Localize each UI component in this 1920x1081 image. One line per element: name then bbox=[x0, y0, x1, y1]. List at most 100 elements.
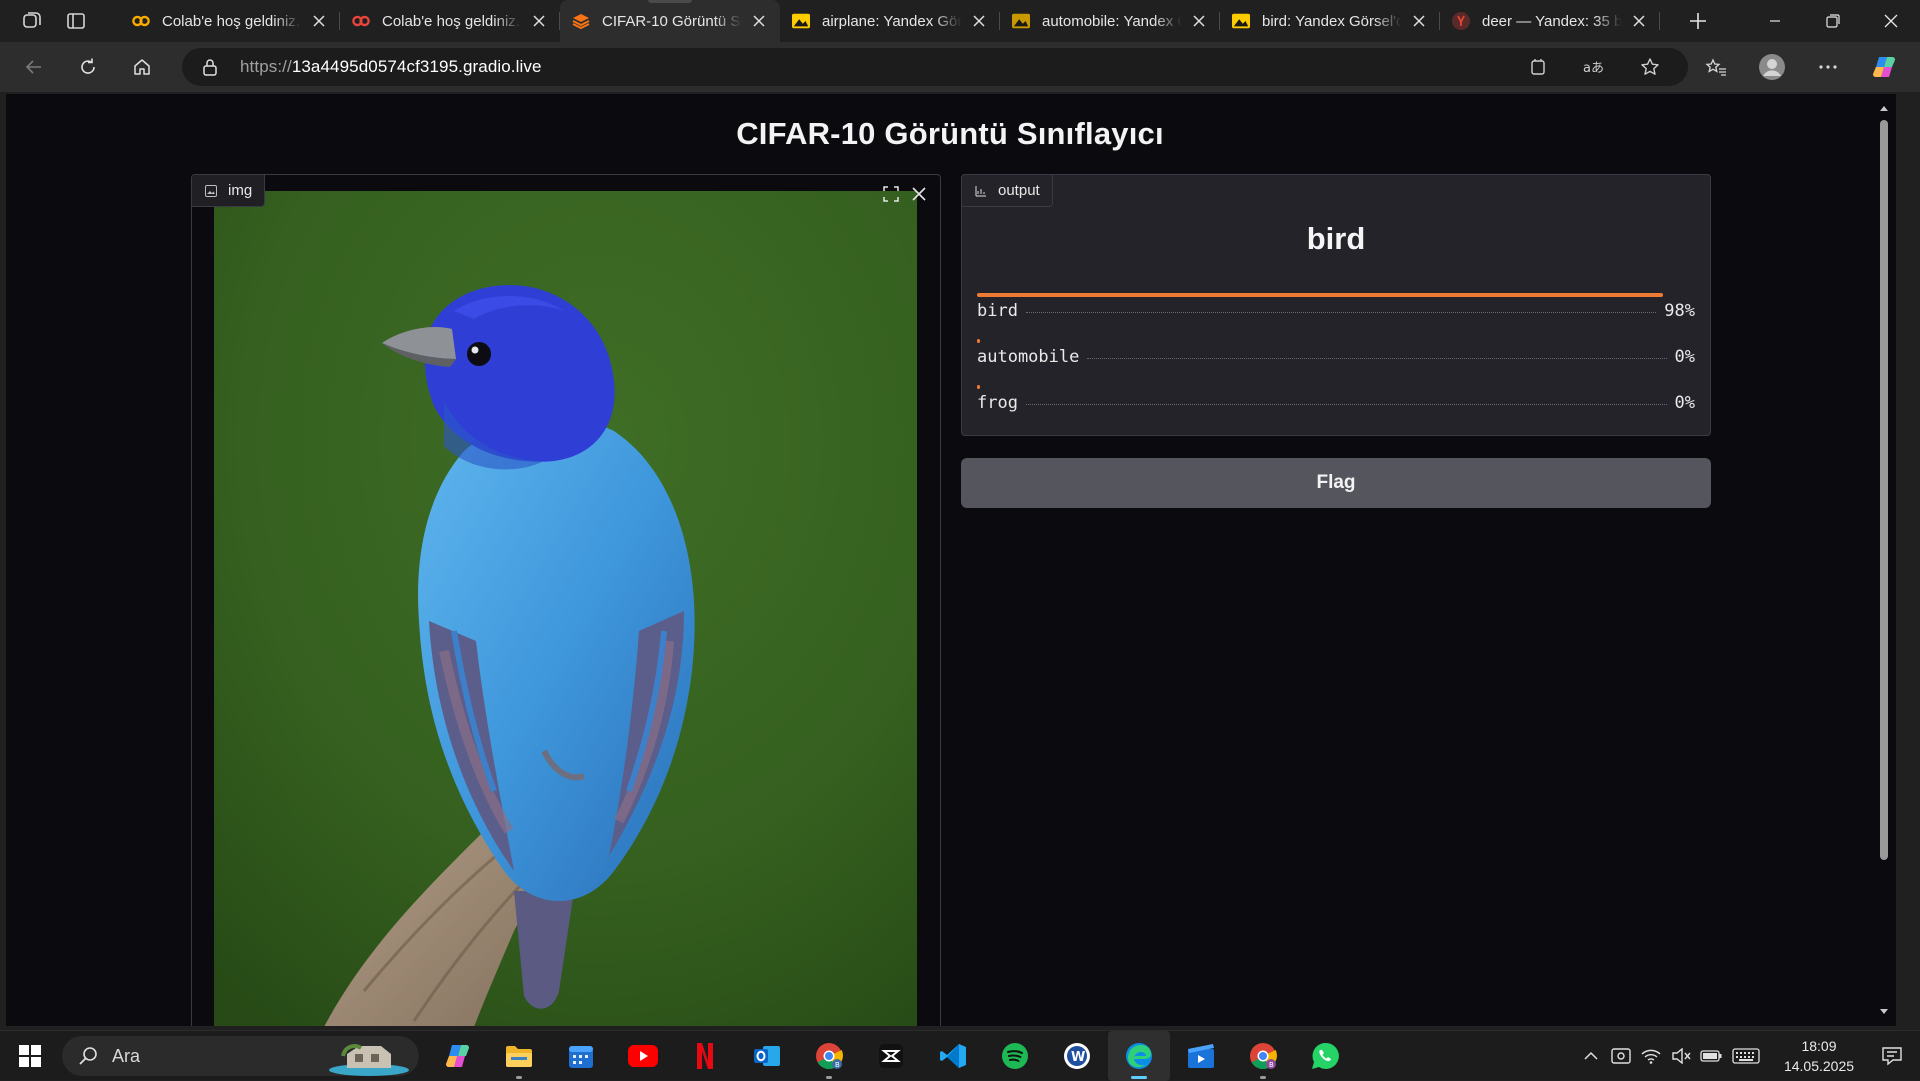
restore-button[interactable] bbox=[1804, 0, 1862, 42]
colab-icon bbox=[132, 12, 150, 30]
taskbar-app-chrome[interactable]: B bbox=[798, 1031, 860, 1081]
output-label-badge: output bbox=[962, 175, 1053, 207]
taskbar-app-file-explorer[interactable] bbox=[488, 1031, 550, 1081]
page-title: CIFAR-10 Görüntü Sınıflayıcı bbox=[736, 116, 1164, 151]
url-text[interactable]: https://13a4495d0574cf3195.gradio.live bbox=[240, 57, 542, 77]
browser-tab[interactable]: bird: Yandex Görsel'de bbox=[1220, 0, 1440, 42]
copilot-icon[interactable] bbox=[1864, 49, 1904, 85]
close-tab-icon[interactable] bbox=[1408, 10, 1430, 32]
fullscreen-icon[interactable] bbox=[878, 181, 904, 207]
browser-tab[interactable]: Colab'e hoş geldiniz. bbox=[340, 0, 560, 42]
translate-icon[interactable]: aあ bbox=[1576, 52, 1612, 82]
image-input-panel[interactable]: img bbox=[191, 174, 941, 1026]
confidence-item[interactable]: frog 0% bbox=[977, 385, 1695, 431]
file-explorer-icon bbox=[506, 1046, 532, 1067]
image-label-badge: img bbox=[192, 175, 266, 207]
app-available-icon[interactable] bbox=[1520, 52, 1556, 82]
taskbar-search[interactable]: Ara bbox=[62, 1036, 419, 1076]
svg-text:B: B bbox=[835, 1061, 840, 1069]
flag-button[interactable]: Flag bbox=[961, 458, 1711, 508]
start-button[interactable] bbox=[10, 1036, 50, 1076]
home-button[interactable] bbox=[122, 49, 162, 85]
vscode-icon bbox=[940, 1044, 966, 1068]
confidence-item[interactable]: bird 98% bbox=[977, 293, 1695, 339]
taskbar-app-outlook[interactable] bbox=[736, 1031, 798, 1081]
taskbar-app-edge[interactable] bbox=[1108, 1031, 1170, 1081]
taskbar-app-whatsapp[interactable] bbox=[1294, 1031, 1356, 1081]
calendar-icon bbox=[569, 1046, 593, 1068]
minimize-button[interactable] bbox=[1746, 0, 1804, 42]
taskbar-app-copilot[interactable] bbox=[426, 1031, 488, 1081]
taskbar-clock[interactable]: 18:09 14.05.2025 bbox=[1774, 1036, 1864, 1076]
whatsapp-icon bbox=[1312, 1042, 1339, 1069]
taskbar-app-calendar[interactable] bbox=[550, 1031, 612, 1081]
chevron-up-icon[interactable] bbox=[1576, 1036, 1606, 1076]
back-arrow-icon bbox=[25, 60, 41, 74]
security-camera-icon[interactable] bbox=[1606, 1036, 1636, 1076]
taskbar-app-chrome-profile[interactable]: B bbox=[1232, 1031, 1294, 1081]
new-tab-button[interactable] bbox=[1678, 4, 1718, 38]
search-placeholder: Ara bbox=[112, 1045, 141, 1066]
browser-tab[interactable]: Colab'e hoş geldiniz. bbox=[120, 0, 340, 42]
confidence-label: bird bbox=[977, 301, 1018, 321]
confidence-bar bbox=[977, 385, 980, 389]
profile-avatar-icon[interactable] bbox=[1752, 49, 1792, 85]
taskbar-app-netflix[interactable] bbox=[674, 1031, 736, 1081]
favorite-star-icon[interactable] bbox=[1632, 52, 1668, 82]
scroll-up-arrow-icon[interactable] bbox=[1878, 102, 1890, 114]
browser-tab[interactable]: automobile: Yandex G bbox=[1000, 0, 1220, 42]
taskbar-app-vscode[interactable] bbox=[922, 1031, 984, 1081]
taskbar-app-capcut[interactable] bbox=[860, 1031, 922, 1081]
battery-icon[interactable] bbox=[1696, 1036, 1726, 1076]
taskbar-app-movies[interactable] bbox=[1170, 1031, 1232, 1081]
close-tab-icon[interactable] bbox=[308, 10, 330, 32]
yandex-images-icon bbox=[1232, 12, 1250, 30]
keyboard-icon[interactable] bbox=[1726, 1036, 1766, 1076]
page-scrollbar[interactable] bbox=[1878, 102, 1890, 1018]
close-tab-icon[interactable] bbox=[528, 10, 550, 32]
yandex-images-icon bbox=[1012, 12, 1030, 30]
notification-center-icon[interactable] bbox=[1872, 1036, 1912, 1076]
url-host: 13a4495d0574cf3195.gradio.live bbox=[291, 57, 542, 76]
close-window-button[interactable] bbox=[1862, 0, 1920, 42]
tab-list: Colab'e hoş geldiniz. Colab'e hoş geldin… bbox=[120, 0, 1660, 42]
confidence-bar bbox=[977, 293, 1663, 297]
browser-tab[interactable]: airplane: Yandex Görs bbox=[780, 0, 1000, 42]
volume-muted-icon[interactable] bbox=[1666, 1036, 1696, 1076]
lock-icon[interactable] bbox=[200, 57, 220, 77]
clear-image-icon[interactable] bbox=[906, 181, 932, 207]
taskbar-app-spotify[interactable] bbox=[984, 1031, 1046, 1081]
tab-title: airplane: Yandex Görs bbox=[822, 12, 962, 30]
browser-toolbar: https://13a4495d0574cf3195.gradio.live a… bbox=[0, 42, 1920, 92]
taskbar-apps: B W B bbox=[426, 1031, 1356, 1081]
wifi-icon[interactable] bbox=[1636, 1036, 1666, 1076]
chrome-profile-icon: B bbox=[1250, 1043, 1277, 1070]
address-bar[interactable]: https://13a4495d0574cf3195.gradio.live a… bbox=[182, 48, 1688, 86]
refresh-button[interactable] bbox=[68, 49, 108, 85]
taskbar-app-word[interactable]: W bbox=[1046, 1031, 1108, 1081]
workspaces-icon[interactable] bbox=[12, 4, 52, 38]
svg-text:W: W bbox=[1071, 1050, 1085, 1065]
scroll-down-arrow-icon[interactable] bbox=[1878, 1006, 1890, 1018]
close-tab-icon[interactable] bbox=[1188, 10, 1210, 32]
scrollbar-thumb[interactable] bbox=[1880, 120, 1888, 860]
vertical-tabs-icon[interactable] bbox=[56, 4, 96, 38]
browser-tab-active[interactable]: CIFAR-10 Görüntü Sın bbox=[560, 0, 780, 42]
close-tab-icon[interactable] bbox=[968, 10, 990, 32]
back-button[interactable] bbox=[14, 49, 54, 85]
edge-icon bbox=[1126, 1043, 1152, 1069]
movies-icon bbox=[1188, 1044, 1214, 1068]
close-tab-icon[interactable] bbox=[748, 10, 770, 32]
more-menu-icon[interactable] bbox=[1808, 49, 1848, 85]
favorites-icon[interactable] bbox=[1696, 49, 1736, 85]
taskbar-app-youtube[interactable] bbox=[612, 1031, 674, 1081]
confidence-bar bbox=[977, 339, 980, 343]
close-tab-icon[interactable] bbox=[1628, 10, 1650, 32]
search-highlight-illustration bbox=[329, 1044, 409, 1076]
confidence-list: bird 98% automobile 0% frog 0% bbox=[977, 293, 1695, 431]
dotted-leader bbox=[1087, 358, 1667, 359]
browser-tab[interactable]: deer — Yandex: 35 bi bbox=[1440, 0, 1660, 42]
outlook-icon bbox=[754, 1046, 780, 1066]
confidence-item[interactable]: automobile 0% bbox=[977, 339, 1695, 385]
confidence-label: frog bbox=[977, 393, 1018, 413]
